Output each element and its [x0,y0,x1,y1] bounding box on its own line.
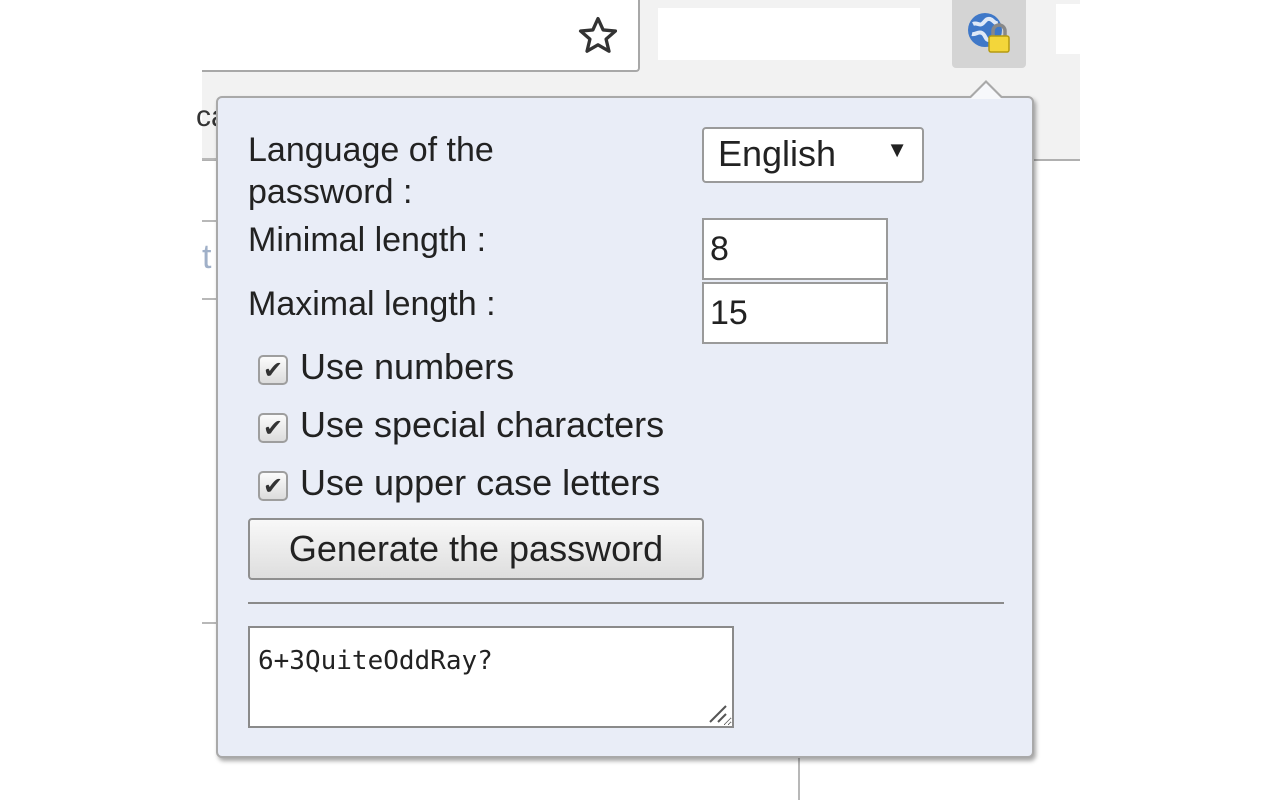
language-selected-value: English [718,133,837,174]
use-special-characters-checkbox[interactable]: ✔ [258,413,288,443]
page-line [202,622,216,624]
page-line [202,298,216,300]
page-line [202,158,216,160]
popup-arrow-inner [970,83,1002,99]
page-line [798,758,800,800]
generate-password-button[interactable]: Generate the password [248,518,704,580]
resize-grip-icon[interactable] [706,702,730,724]
use-upper-case-checkbox[interactable]: ✔ [258,471,288,501]
globe-lock-icon [968,13,1010,53]
page-line [202,220,216,222]
use-numbers-option[interactable]: ✔ Use numbers [258,346,514,388]
max-length-label: Maximal length : [248,285,496,323]
redacted-area [658,8,920,60]
language-label-line2: password : [248,173,413,211]
dropdown-caret-icon: ▼ [886,137,908,162]
language-label-line1: Language of the [248,131,494,169]
language-label: Language of the password : [248,128,494,214]
generated-password-output[interactable]: 6+3QuiteOddRay? [248,626,734,728]
use-numbers-checkbox[interactable]: ✔ [258,355,288,385]
max-length-input[interactable] [702,282,888,344]
page-text-fragment: ca [196,100,216,133]
next-extension-slot [1056,4,1080,54]
bookmark-star-icon[interactable] [574,12,622,60]
use-special-characters-option[interactable]: ✔ Use special characters [258,404,664,446]
language-select[interactable]: English ▼ [702,127,924,183]
screen: ca t Language of the password : English … [0,0,1280,800]
use-upper-case-label: Use upper case letters [300,462,661,503]
use-numbers-label: Use numbers [300,346,515,387]
use-upper-case-option[interactable]: ✔ Use upper case letters [258,462,660,504]
password-extension-button[interactable] [952,0,1026,68]
use-special-characters-label: Use special characters [300,404,665,445]
divider [248,602,1004,604]
page-text-fragment: t [202,238,212,276]
min-length-input[interactable] [702,218,888,280]
min-length-label: Minimal length : [248,221,487,259]
